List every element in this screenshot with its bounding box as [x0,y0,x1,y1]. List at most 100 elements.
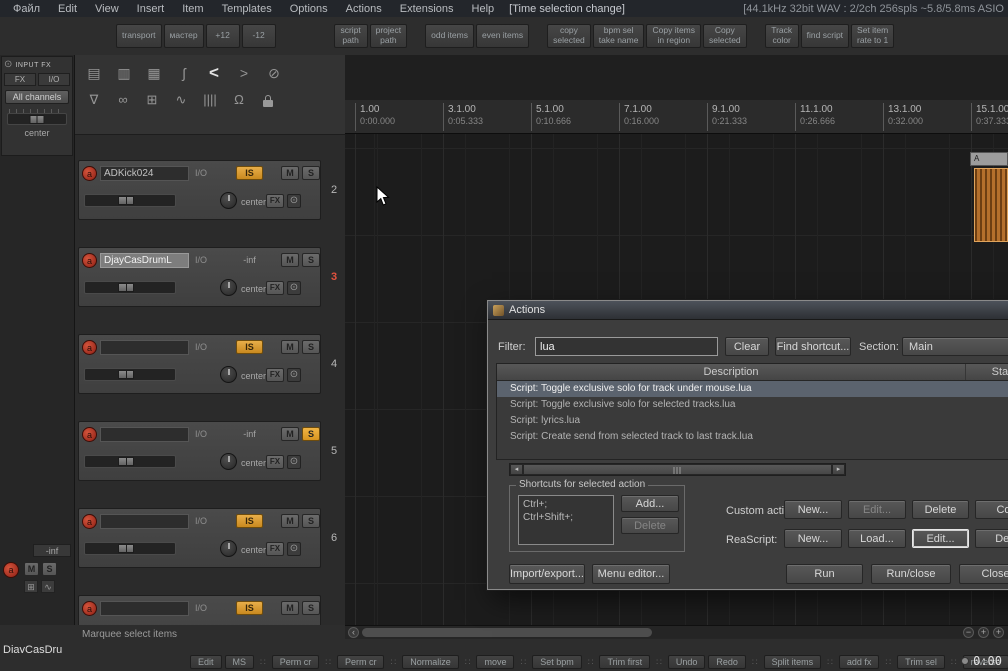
horizontal-scrollbar[interactable]: ‹ − + + [345,625,1008,639]
menu-item[interactable]: Item [173,2,212,16]
actions-table[interactable]: Description State Script: Toggle exclusi… [496,363,1008,460]
bottom-button-edit[interactable]: Edit [190,655,222,669]
all-channels-button[interactable]: All channels [5,90,69,104]
pan-knob[interactable] [220,279,237,296]
run-close-button[interactable]: Run/close [871,564,951,584]
bottom-button-normalize[interactable]: Normalize [402,655,459,669]
save-project-icon[interactable]: ▦ [143,61,165,85]
open-project-icon[interactable]: ▥ [113,61,135,85]
toolbar-button-project-path[interactable]: project path [369,24,408,48]
toolbar-button-set-item-rate-to-1[interactable]: Set item rate to 1 [851,24,895,48]
volume-slider[interactable] [84,368,176,381]
reascript-load-button[interactable]: Load... [848,529,906,548]
bottom-button-perm-cr[interactable]: Perm cr [336,655,385,669]
pan-fader-thumb[interactable] [29,115,45,124]
fx-button[interactable]: FX [266,368,284,382]
scroll-right-arrow[interactable]: ▸ [832,464,845,475]
fx-enable-button[interactable]: ⊙ [287,368,301,382]
timeline-ruler[interactable]: 1.00 0:00.000 3.1.00 0:05.333 5.1.00 0:10.666… [345,100,1008,134]
bottom-button-trim-first[interactable]: Trim first [599,655,651,669]
fx-button[interactable]: FX [266,455,284,469]
custom-delete-button[interactable]: Delete [912,500,969,519]
scrollbar-thumb[interactable] [362,628,652,637]
link-icon[interactable]: ∞ [112,88,134,112]
record-arm-button[interactable]: a [82,166,97,181]
track-row[interactable]: a DjayCasDrumL I/O -inf M Scenter FX ⊙ [78,247,321,307]
toolbar-button-find-script[interactable]: find script [800,24,850,48]
bottom-button-perm-cr[interactable]: Perm cr [271,655,320,669]
custom-copy-button[interactable]: Co [975,500,1008,519]
bottom-button-move[interactable]: move [476,655,515,669]
media-item-selected[interactable] [974,168,1008,242]
menu-файл[interactable]: Файл [4,2,49,16]
column-description[interactable]: Description [497,364,965,380]
scroll-left-button[interactable]: ‹ [348,627,359,638]
solo-button[interactable]: S [302,514,320,528]
track-name-field[interactable] [100,601,189,616]
solo-button[interactable]: S [302,340,320,354]
mute-button[interactable]: M [281,166,299,180]
routing-icon[interactable]: ⊞ [24,580,38,593]
bottom-button-add-fx[interactable]: add fx [838,655,880,669]
solo-button[interactable]: S [302,427,320,441]
menu-edit[interactable]: Edit [49,2,86,16]
volume-slider[interactable] [84,281,176,294]
section-dropdown[interactable]: Main [902,337,1008,356]
toolbar-button-odd-items[interactable]: odd items [425,24,474,48]
toolbar-button-copy-selected[interactable]: Copy selected [703,24,747,48]
io-button[interactable]: I/O [195,516,207,526]
mute-button[interactable]: M [281,601,299,615]
zoom-in-button[interactable]: + [978,627,989,638]
filter-input[interactable] [535,337,718,356]
table-scrollbar-thumb[interactable] [523,464,832,475]
fx-enable-button[interactable]: ⊙ [287,542,301,556]
zoom-tool-button[interactable]: + [993,627,1004,638]
master-solo-button[interactable]: S [42,562,57,576]
menu-editor-button[interactable]: Menu editor... [592,564,670,584]
power-icon[interactable]: ⊙ [4,60,12,70]
record-arm-button[interactable]: a [82,601,97,616]
io-button[interactable]: I/O [195,168,207,178]
close-button[interactable]: Close [959,564,1008,584]
fx-button[interactable]: FX [266,542,284,556]
snap-magnet-icon[interactable]: Ω [228,88,250,112]
reascript-delete-button[interactable]: Del [975,529,1008,548]
shortcuts-list[interactable]: Ctrl+; Ctrl+Shift+; [518,495,614,545]
solo-button[interactable]: S [302,601,320,615]
ripple-icon[interactable]: |||| [199,88,221,112]
envelope-icon[interactable]: ∿ [41,580,55,593]
dialog-titlebar[interactable]: Actions [488,301,1008,320]
toolbar-button-12[interactable]: -12 [241,24,276,48]
reascript-new-button[interactable]: New... [784,529,842,548]
forward-icon[interactable]: > [233,61,255,85]
envelope-icon[interactable]: ∿ [170,88,192,112]
toolbar-button-+12[interactable]: +12 [205,24,240,48]
find-shortcut-button[interactable]: Find shortcut... [775,337,851,356]
clear-button[interactable]: Clear [725,337,769,356]
io-button[interactable]: I/O [195,255,207,265]
menu-help[interactable]: Help [463,2,504,16]
add-shortcut-button[interactable]: Add... [621,495,679,512]
lock-icon[interactable] [257,88,279,112]
zoom-out-button[interactable]: − [963,627,974,638]
import-export-button[interactable]: Import/export... [509,564,585,584]
solo-button[interactable]: S [302,166,320,180]
track-row[interactable]: a ADKick024 I/O IS M Scenter FX ⊙ [78,160,321,220]
custom-new-button[interactable]: New... [784,500,842,519]
track-name-field[interactable] [100,340,189,355]
track-row[interactable]: a I/O IS MScenterFX⊙ [78,334,321,394]
fx-button[interactable]: FX [266,281,284,295]
record-arm-button[interactable]: a [82,253,97,268]
back-icon[interactable]: < [203,61,225,85]
reascript-edit-button[interactable]: Edit... [912,529,969,548]
volume-slider[interactable] [84,194,176,207]
bottom-button-set-bpm[interactable]: Set bpm [532,655,582,669]
record-arm-button[interactable]: a [82,427,97,442]
action-row[interactable]: Script: Create send from selected track … [497,429,1008,445]
master-record-arm-button[interactable]: a [3,562,19,578]
master-mute-button[interactable]: M [24,562,39,576]
menu-actions[interactable]: Actions [337,2,391,16]
shortcut-item[interactable]: Ctrl+; [523,498,609,511]
solo-button[interactable]: S [302,253,320,267]
track-name-field[interactable]: ADKick024 [100,166,189,181]
